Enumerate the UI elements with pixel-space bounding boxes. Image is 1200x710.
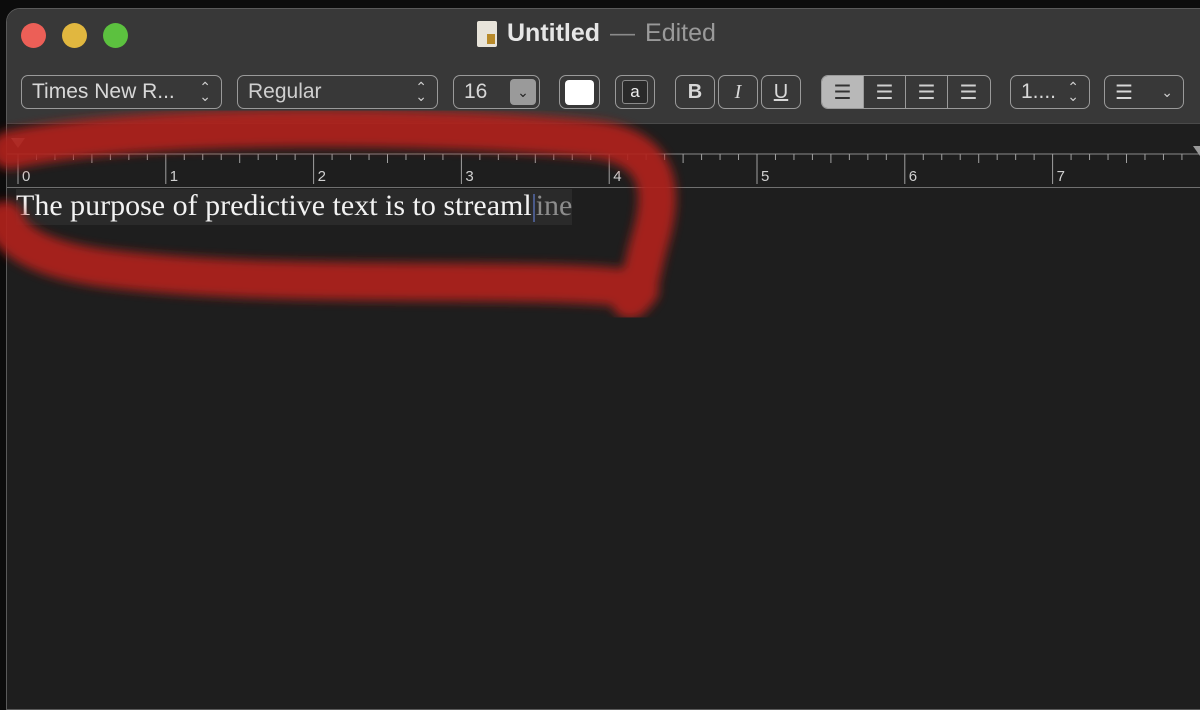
ruler-label: 4 [613, 168, 621, 185]
font-family-select[interactable]: Times New R... ⌃ ⌄ [21, 75, 222, 109]
background-color-button[interactable]: a [615, 75, 655, 109]
italic-button[interactable]: I [718, 75, 758, 109]
underline-button[interactable]: U [761, 75, 801, 109]
predictive-suggestion[interactable]: ine [536, 189, 573, 222]
color-swatch [565, 79, 594, 105]
ruler-label: 0 [22, 168, 30, 185]
font-size-value: 16 [464, 80, 488, 103]
bold-button[interactable]: B [675, 75, 715, 109]
list-style-select[interactable]: ☰ ⌄ [1104, 75, 1184, 109]
ruler-label: 7 [1057, 168, 1065, 185]
document-icon [477, 20, 497, 47]
italic-label: I [734, 80, 742, 103]
zoom-button[interactable] [103, 23, 128, 48]
window-title: Untitled — Edited [477, 19, 716, 48]
font-style-select[interactable]: Regular ⌃ ⌄ [237, 75, 438, 109]
font-family-value: Times New R... [32, 80, 175, 103]
textedit-window: Untitled — Edited Times New R... ⌃ ⌄ Regu… [6, 8, 1200, 710]
close-button[interactable] [21, 23, 46, 48]
document-name: Untitled [507, 19, 601, 47]
underline-label: U [773, 80, 789, 103]
edited-status: Edited [645, 19, 716, 47]
typed-text: The purpose of predictive text is to str… [16, 189, 532, 222]
bold-label: B [687, 80, 703, 103]
ruler-label: 1 [170, 168, 178, 185]
title-separator: — [610, 19, 636, 47]
background-color-label: a [622, 80, 648, 104]
minimize-button[interactable] [62, 23, 87, 48]
updown-chevron-icon: ⌃ ⌄ [199, 79, 211, 104]
ruler[interactable]: 0 1 2 3 4 5 6 7 [7, 124, 1200, 188]
align-center-icon[interactable]: ☰ [864, 76, 906, 108]
line-spacing-value: 1.... [1021, 80, 1057, 103]
updown-chevron-icon: ⌃ ⌄ [1067, 79, 1079, 104]
updown-chevron-icon: ⌃ ⌄ [415, 79, 427, 104]
document-text[interactable]: The purpose of predictive text is to str… [16, 189, 573, 225]
chevron-down-icon: ⌄ [1161, 83, 1173, 100]
ruler-label: 5 [761, 168, 769, 185]
ruler-label: 2 [318, 168, 326, 185]
font-style-value: Regular [248, 80, 322, 103]
align-right-icon[interactable]: ☰ [906, 76, 948, 108]
alignment-segmented-control: ☰ ☰ ☰ ☰ [821, 75, 991, 109]
left-indent-marker[interactable] [11, 138, 25, 148]
ruler-label: 6 [909, 168, 917, 185]
text-caret [532, 194, 535, 223]
align-left-icon[interactable]: ☰ [822, 76, 864, 108]
justify-icon[interactable]: ☰ [948, 76, 989, 108]
font-size-combo[interactable]: 16 ⌄ [453, 75, 540, 109]
ruler-label: 3 [465, 168, 473, 185]
text-color-button[interactable] [559, 75, 600, 109]
line-spacing-select[interactable]: 1.... ⌃ ⌄ [1010, 75, 1090, 109]
list-bullets-icon: ☰ [1115, 81, 1133, 104]
chevron-down-icon[interactable]: ⌄ [510, 79, 536, 105]
titlebar-toolbar: Untitled — Edited Times New R... ⌃ ⌄ Regu… [7, 9, 1200, 124]
